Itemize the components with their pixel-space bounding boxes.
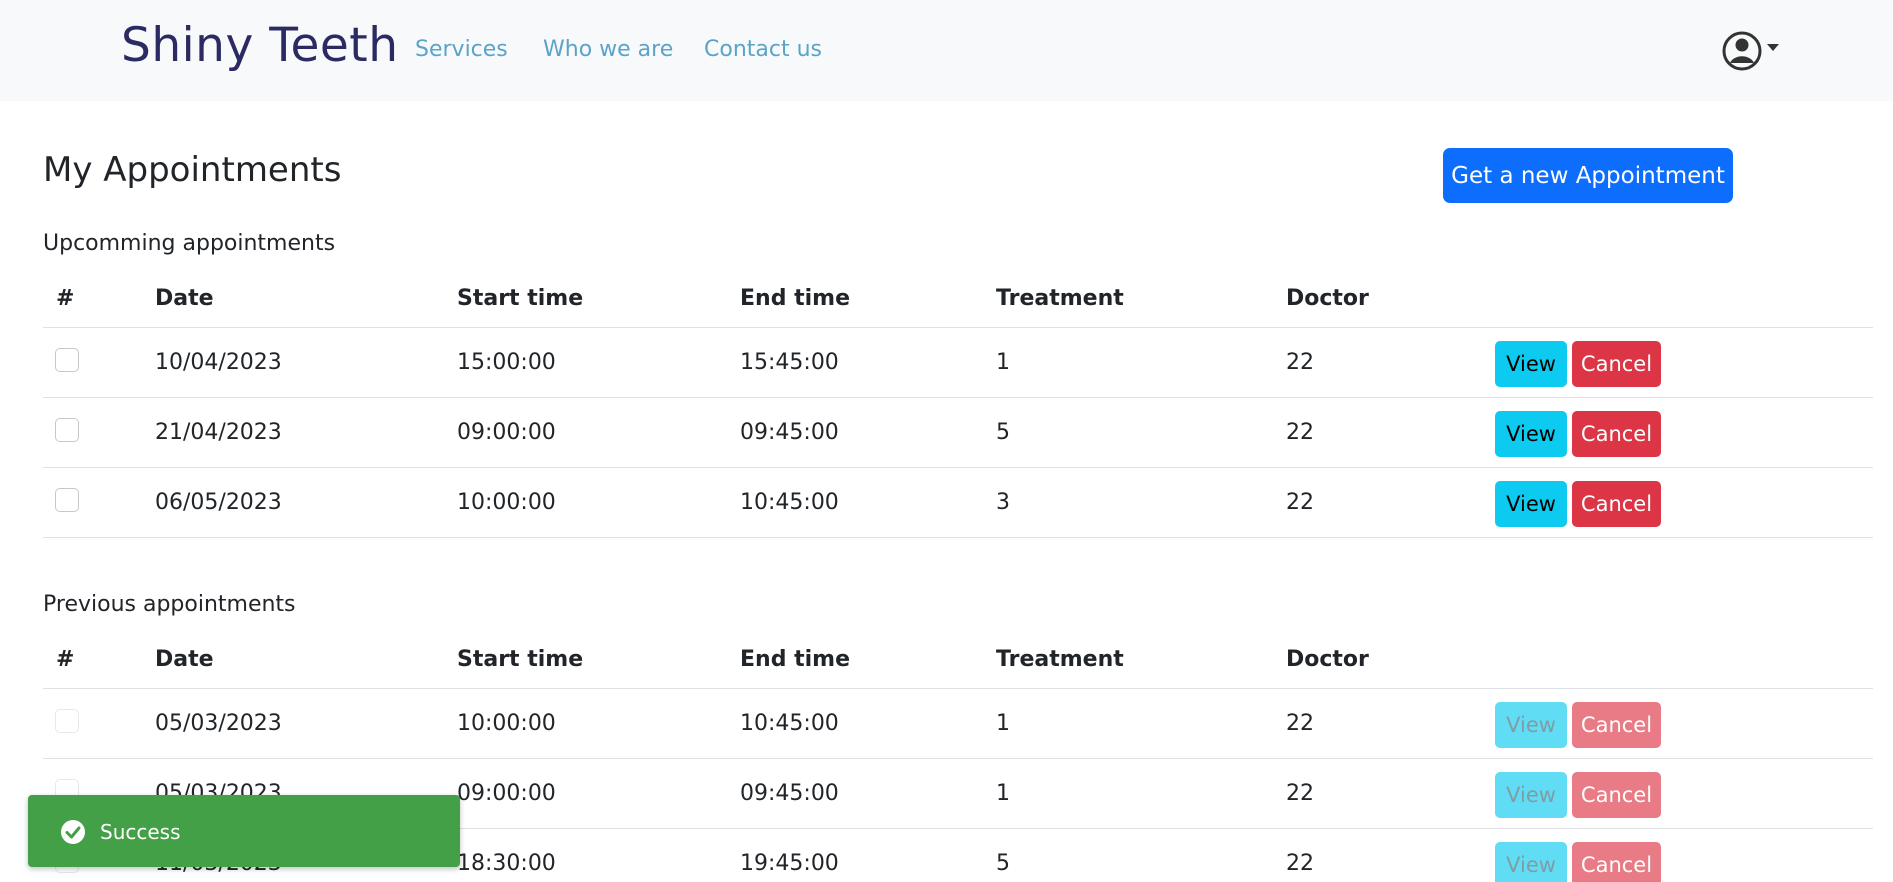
row-select-checkbox	[55, 709, 79, 733]
cell-treatment: 3	[996, 490, 1010, 515]
nav-link-who-we-are[interactable]: Who we are	[543, 37, 673, 62]
cell-treatment: 5	[996, 851, 1010, 876]
cell-treatment: 1	[996, 711, 1010, 736]
cell-date: 06/05/2023	[155, 490, 282, 515]
column-header: Start time	[457, 286, 584, 311]
cell-doctor: 22	[1286, 350, 1314, 375]
cell-end: 09:45:00	[740, 781, 839, 806]
cell-start: 10:00:00	[457, 490, 556, 515]
table-row: 05/03/2023 10:00:00 10:45:00 1 22 View Cancel	[43, 689, 1873, 759]
upcoming-appointments-table: # Date Start time End time Treatment Doctor 10…	[43, 270, 1873, 538]
cell-treatment: 5	[996, 420, 1010, 445]
cell-start: 09:00:00	[457, 420, 556, 445]
cancel-button[interactable]: Cancel	[1572, 341, 1661, 387]
view-button[interactable]: View	[1495, 411, 1567, 457]
user-circle-icon	[1722, 31, 1779, 71]
cell-start: 15:00:00	[457, 350, 556, 375]
cell-doctor: 22	[1286, 711, 1314, 736]
previous-section-title: Previous appointments	[43, 592, 296, 617]
row-select-checkbox[interactable]	[55, 418, 79, 442]
nav-link-contact-us[interactable]: Contact us	[704, 37, 822, 62]
column-header: Treatment	[996, 647, 1124, 672]
view-button: View	[1495, 772, 1567, 818]
column-header: Date	[155, 647, 214, 672]
cell-doctor: 22	[1286, 781, 1314, 806]
cell-start: 10:00:00	[457, 711, 556, 736]
new-appointment-button[interactable]: Get a new Appointment	[1443, 148, 1733, 203]
row-select-checkbox[interactable]	[55, 488, 79, 512]
column-header: Doctor	[1286, 286, 1369, 311]
column-header: Date	[155, 286, 214, 311]
toast-message: Success	[100, 820, 181, 844]
column-header: #	[56, 647, 75, 672]
row-select-checkbox[interactable]	[55, 348, 79, 372]
cell-doctor: 22	[1286, 851, 1314, 876]
user-menu-dropdown[interactable]	[1722, 29, 1784, 73]
cancel-button[interactable]: Cancel	[1572, 411, 1661, 457]
view-button: View	[1495, 702, 1567, 748]
cell-treatment: 1	[996, 350, 1010, 375]
cell-start: 09:00:00	[457, 781, 556, 806]
view-button: View	[1495, 842, 1567, 882]
navbar: Shiny Teeth Services Who we are Contact …	[0, 0, 1893, 101]
table-header-row: # Date Start time End time Treatment Doctor	[43, 270, 1873, 328]
cell-date: 10/04/2023	[155, 350, 282, 375]
chevron-down-icon	[1767, 44, 1779, 51]
column-header: #	[56, 286, 75, 311]
column-header: End time	[740, 647, 850, 672]
success-toast[interactable]: Success	[28, 795, 460, 867]
cell-end: 19:45:00	[740, 851, 839, 876]
cell-doctor: 22	[1286, 420, 1314, 445]
table-header-row: # Date Start time End time Treatment Doctor	[43, 631, 1873, 689]
cell-treatment: 1	[996, 781, 1010, 806]
cancel-button: Cancel	[1572, 772, 1661, 818]
column-header: Doctor	[1286, 647, 1369, 672]
view-button[interactable]: View	[1495, 481, 1567, 527]
table-row: 06/05/2023 10:00:00 10:45:00 3 22 View Cancel	[43, 468, 1873, 538]
cell-end: 10:45:00	[740, 711, 839, 736]
nav-link-services[interactable]: Services	[415, 37, 508, 62]
view-button[interactable]: View	[1495, 341, 1567, 387]
cell-start: 18:30:00	[457, 851, 556, 876]
cell-end: 10:45:00	[740, 490, 839, 515]
column-header: Start time	[457, 647, 584, 672]
table-row: 10/04/2023 15:00:00 15:45:00 1 22 View Cancel	[43, 328, 1873, 398]
upcoming-section-title: Upcomming appointments	[43, 231, 336, 256]
cell-date: 05/03/2023	[155, 711, 282, 736]
cell-doctor: 22	[1286, 490, 1314, 515]
cell-end: 15:45:00	[740, 350, 839, 375]
cancel-button: Cancel	[1572, 842, 1661, 882]
cell-end: 09:45:00	[740, 420, 839, 445]
cancel-button[interactable]: Cancel	[1572, 481, 1661, 527]
check-circle-icon	[61, 820, 85, 844]
column-header: Treatment	[996, 286, 1124, 311]
page-title: My Appointments	[43, 150, 342, 190]
column-header: End time	[740, 286, 850, 311]
table-row: 21/04/2023 09:00:00 09:45:00 5 22 View Cancel	[43, 398, 1873, 468]
cancel-button: Cancel	[1572, 702, 1661, 748]
brand-logo[interactable]: Shiny Teeth	[121, 18, 399, 73]
cell-date: 21/04/2023	[155, 420, 282, 445]
